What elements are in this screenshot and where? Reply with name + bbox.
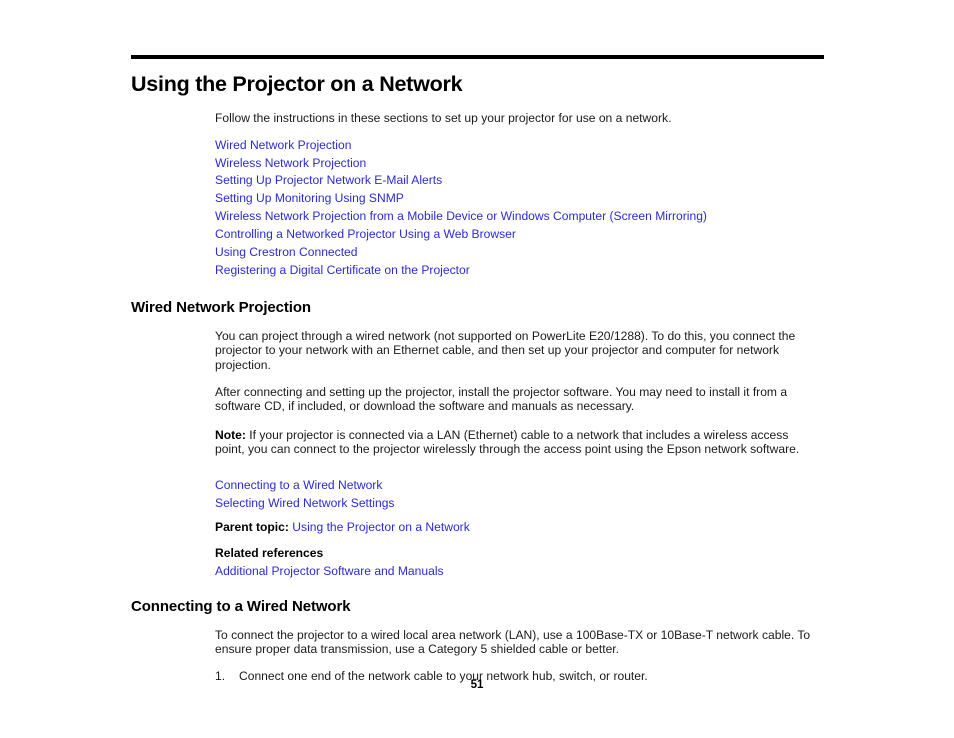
wired-paragraph-2: After connecting and setting up the proj… <box>215 384 788 414</box>
page-title: Using the Projector on a Network <box>131 72 463 96</box>
sub-link-connecting-to-a-wired-network[interactable]: Connecting to a Wired Network <box>215 477 824 495</box>
section-connecting-body: To connect the projector to a wired loca… <box>215 628 824 684</box>
chapter-intro-block: Follow the instructions in these section… <box>215 111 824 280</box>
toc-link-wireless-network-projection[interactable]: Wireless Network Projection <box>215 155 824 173</box>
related-references-label: Related references <box>215 545 324 560</box>
toc-link-digital-certificate[interactable]: Registering a Digital Certificate on the… <box>215 262 824 280</box>
document-page: Using the Projector on a Network Follow … <box>0 0 954 738</box>
parent-topic-label: Parent topic: <box>215 519 289 534</box>
toc-link-wired-network-projection[interactable]: Wired Network Projection <box>215 137 824 155</box>
note-text: If your projector is connected via a LAN… <box>215 427 800 457</box>
chapter-toc-list: Wired Network Projection Wireless Networ… <box>215 137 824 280</box>
wired-note: Note: If your projector is connected via… <box>215 428 811 457</box>
related-references-heading: Related references <box>215 545 824 563</box>
parent-topic-line: Parent topic: Using the Projector on a N… <box>215 519 824 537</box>
section-heading-connecting-to-a-wired-network: Connecting to a Wired Network <box>131 597 351 615</box>
chapter-top-rule <box>131 55 824 59</box>
section-wired-body: You can project through a wired network … <box>215 329 824 581</box>
toc-link-web-browser-control[interactable]: Controlling a Networked Projector Using … <box>215 226 824 244</box>
wired-paragraph-1: You can project through a wired network … <box>215 328 796 373</box>
page-number: 51 <box>470 679 484 691</box>
sub-link-selecting-wired-network-settings[interactable]: Selecting Wired Network Settings <box>215 495 824 513</box>
related-reference-link-additional-software[interactable]: Additional Projector Software and Manual… <box>215 563 824 581</box>
parent-topic-link[interactable]: Using the Projector on a Network <box>292 520 469 534</box>
toc-link-crestron-connected[interactable]: Using Crestron Connected <box>215 244 824 262</box>
section-heading-wired-network-projection: Wired Network Projection <box>131 298 311 316</box>
toc-link-email-alerts[interactable]: Setting Up Projector Network E-Mail Aler… <box>215 172 824 190</box>
toc-link-screen-mirroring[interactable]: Wireless Network Projection from a Mobil… <box>215 208 824 226</box>
toc-link-monitoring-snmp[interactable]: Setting Up Monitoring Using SNMP <box>215 190 824 208</box>
page-content: Using the Projector on a Network Follow … <box>131 71 824 683</box>
chapter-intro-text: Follow the instructions in these section… <box>215 111 672 125</box>
connecting-paragraph-1: To connect the projector to a wired loca… <box>215 627 811 657</box>
note-label: Note: <box>215 427 246 442</box>
wired-sub-link-list: Connecting to a Wired Network Selecting … <box>215 477 824 513</box>
